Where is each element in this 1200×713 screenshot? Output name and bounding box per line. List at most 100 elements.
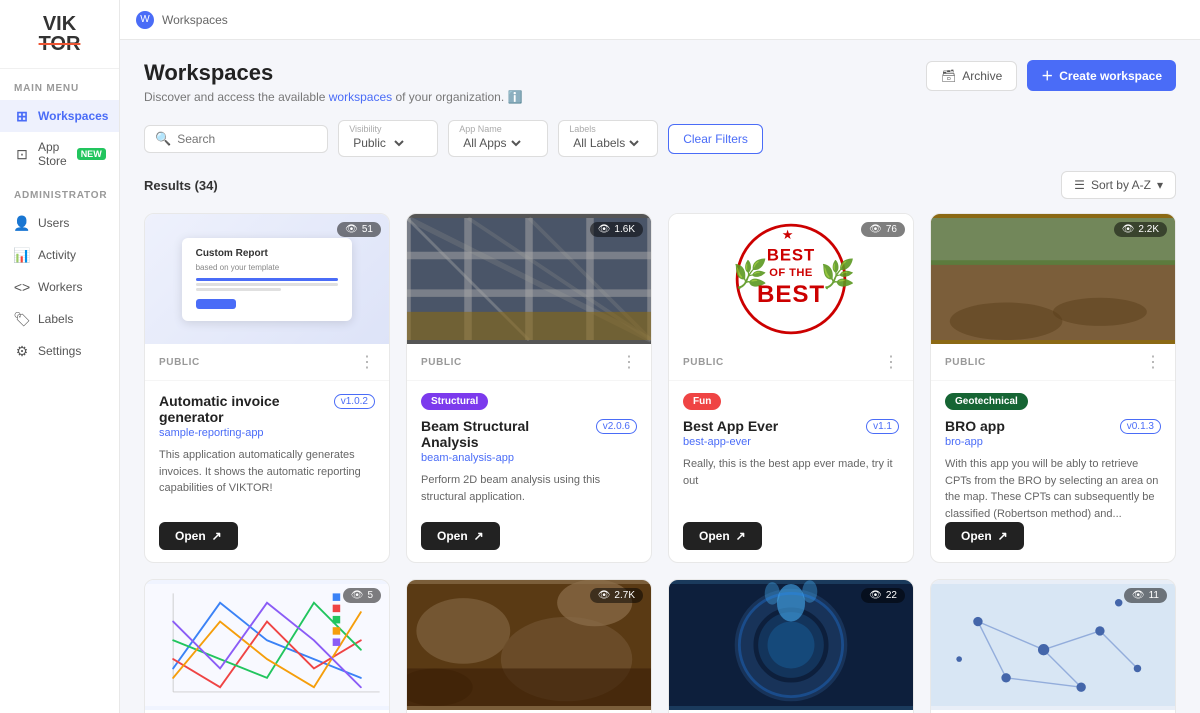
sidebar-label-activity: Activity <box>38 248 76 262</box>
view-count-1: 51 <box>362 224 373 235</box>
card-network: 👁 11 PUBLIC ⋮ <box>930 579 1176 713</box>
search-input[interactable] <box>177 132 317 146</box>
svg-text:BEST: BEST <box>757 281 825 308</box>
search-box[interactable]: 🔍 <box>144 125 328 153</box>
card-title-4: BRO app <box>945 418 1114 434</box>
cards-grid: Custom Report based on your template 👁 5… <box>144 213 1176 713</box>
more-menu-3[interactable]: ⋮ <box>883 352 899 372</box>
create-workspace-button[interactable]: ＋ Create workspace <box>1027 60 1176 91</box>
card-dirt-close: 👁 2.7K PUBLIC ⋮ <box>406 579 652 713</box>
archive-button[interactable]: 🗃 Archive <box>926 61 1017 91</box>
mockup-button <box>196 299 236 309</box>
svg-text:🌿: 🌿 <box>821 258 856 291</box>
card-version-1: v1.0.2 <box>334 394 375 409</box>
mockup-bar-1 <box>196 278 339 281</box>
card-slug-1: sample-reporting-app <box>159 427 375 439</box>
appname-filter-label: App Name <box>459 124 537 134</box>
external-link-icon-2: ↗ <box>474 529 484 543</box>
create-label: Create workspace <box>1059 69 1162 83</box>
sidebar-item-workers[interactable]: <> Workers <box>0 271 119 303</box>
sidebar: VIK TOR MAIN MENU ⊞ Workspaces ⊡ App Sto… <box>0 0 120 713</box>
appname-filter[interactable]: App Name All Apps <box>448 120 548 157</box>
card-desc-4: With this app you will be ably to retrie… <box>945 456 1161 522</box>
content-area: Workspaces Discover and access the avail… <box>120 40 1200 713</box>
logo: VIK TOR <box>0 0 119 69</box>
sort-button[interactable]: ☰ Sort by A-Z ▾ <box>1061 171 1176 199</box>
card-slug-2: beam-analysis-app <box>421 452 637 464</box>
workspaces-link[interactable]: workspaces <box>329 90 392 104</box>
visibility-select[interactable]: Public Private <box>349 135 407 151</box>
visibility-filter[interactable]: Visibility Public Private <box>338 120 438 157</box>
card-image-bro: 👁 2.2K <box>931 214 1175 344</box>
admin-label: ADMINISTRATOR <box>0 176 119 207</box>
card-title-row-2: Beam Structural Analysis v2.0.6 <box>421 418 637 450</box>
activity-icon: 📊 <box>14 247 30 263</box>
card-image-network: 👁 11 <box>931 580 1175 710</box>
sidebar-label-labels: Labels <box>38 312 73 326</box>
card-title-1: Automatic invoice generator <box>159 393 328 425</box>
more-menu-2[interactable]: ⋮ <box>621 352 637 372</box>
card-invoice-generator: Custom Report based on your template 👁 5… <box>144 213 390 563</box>
sidebar-item-labels[interactable]: 🏷 Labels <box>0 303 119 335</box>
card-version-2: v2.0.6 <box>596 419 637 434</box>
status-public-4: PUBLIC <box>945 357 986 368</box>
main-content: W Workspaces Workspaces Discover and acc… <box>120 0 1200 713</box>
card-status-1: PUBLIC ⋮ <box>145 344 389 381</box>
settings-icon: ⚙ <box>14 343 30 359</box>
status-public-3: PUBLIC <box>683 357 724 368</box>
archive-label: Archive <box>962 69 1002 83</box>
card-slug-4: bro-app <box>945 436 1161 448</box>
mockup-sub: based on your template <box>196 263 339 272</box>
sidebar-item-settings[interactable]: ⚙ Settings <box>0 335 119 367</box>
card-chart: 👁 5 PUBLIC ⋮ <box>144 579 390 713</box>
users-icon: 👤 <box>14 215 30 231</box>
more-menu-1[interactable]: ⋮ <box>359 352 375 372</box>
sidebar-item-activity[interactable]: 📊 Activity <box>0 239 119 271</box>
labels-select[interactable]: All Labels <box>569 135 642 151</box>
appname-select[interactable]: All Apps <box>459 135 524 151</box>
more-menu-4[interactable]: ⋮ <box>1145 352 1161 372</box>
sidebar-label-workspaces: Workspaces <box>38 109 108 123</box>
view-badge-7: 👁 22 <box>861 588 905 603</box>
card-best-app: 🌿 🌿 ★ BEST OF THE BEST <box>668 213 914 563</box>
view-badge-6: 👁 2.7K <box>590 588 643 603</box>
filters-row: 🔍 Visibility Public Private App Name All… <box>144 120 1176 157</box>
card-status-4: PUBLIC ⋮ <box>931 344 1175 381</box>
labels-filter[interactable]: Labels All Labels <box>558 120 658 157</box>
sidebar-item-users[interactable]: 👤 Users <box>0 207 119 239</box>
status-public-1: PUBLIC <box>159 357 200 368</box>
clear-filters-button[interactable]: Clear Filters <box>668 124 763 154</box>
breadcrumb: Workspaces <box>162 13 228 27</box>
status-public-2: PUBLIC <box>421 357 462 368</box>
card-version-3: v1.1 <box>866 419 899 434</box>
workers-icon: <> <box>14 279 30 295</box>
card-desc-2: Perform 2D beam analysis using this stru… <box>421 472 637 522</box>
sidebar-item-appstore[interactable]: ⊡ App Store NEW <box>0 132 119 176</box>
eye-icon-2: 👁 <box>598 224 611 235</box>
card-tag-fun: Fun <box>683 393 721 410</box>
labels-icon: 🏷 <box>14 311 30 327</box>
card-bro-app: 👁 2.2K PUBLIC ⋮ Geotechnical BRO app v0.… <box>930 213 1176 563</box>
archive-icon: 🗃 <box>941 69 956 83</box>
open-label-3: Open <box>699 529 730 543</box>
open-button-1[interactable]: Open ↗ <box>159 522 238 550</box>
best-badge-svg: 🌿 🌿 ★ BEST OF THE BEST <box>726 214 856 344</box>
view-count-5: 5 <box>367 590 373 601</box>
plus-icon: ＋ <box>1041 67 1053 84</box>
workspaces-icon: ⊞ <box>14 108 30 124</box>
card-title-row-3: Best App Ever v1.1 <box>683 418 899 434</box>
sidebar-label-settings: Settings <box>38 344 81 358</box>
sidebar-item-workspaces[interactable]: ⊞ Workspaces <box>0 100 119 132</box>
open-button-2[interactable]: Open ↗ <box>421 522 500 550</box>
invoice-mockup: Custom Report based on your template <box>182 238 353 321</box>
open-button-4[interactable]: Open ↗ <box>945 522 1024 550</box>
card-beam-structural: 👁 1.6K PUBLIC ⋮ Structural Beam Structur… <box>406 213 652 563</box>
view-badge-4: 👁 2.2K <box>1114 222 1167 237</box>
card-body-3: Fun Best App Ever v1.1 best-app-ever Rea… <box>669 381 913 562</box>
card-slug-3: best-app-ever <box>683 436 899 448</box>
results-row: Results (34) ☰ Sort by A-Z ▾ <box>144 171 1176 199</box>
open-button-3[interactable]: Open ↗ <box>683 522 762 550</box>
sort-label: Sort by A-Z <box>1091 178 1151 192</box>
external-link-icon-1: ↗ <box>212 529 222 543</box>
view-badge-1: 👁 51 <box>337 222 381 237</box>
